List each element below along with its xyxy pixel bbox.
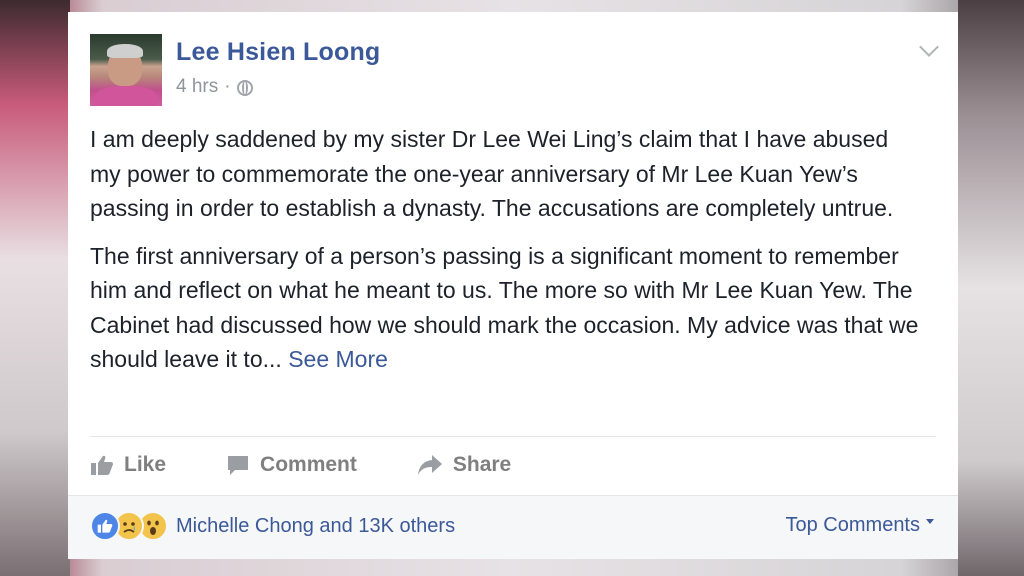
caret-down-icon: [926, 519, 934, 524]
like-reaction-icon: [90, 511, 120, 541]
comment-label: Comment: [260, 453, 357, 476]
post-text: I am deeply saddened by my sister Dr Lee…: [90, 122, 920, 390]
post-card: Lee Hsien Loong 4 hrs · I am deeply sadd…: [68, 12, 958, 559]
avatar[interactable]: [90, 34, 162, 106]
post-paragraph-2: The first anniversary of a person’s pass…: [90, 242, 919, 373]
post-paragraph-1: I am deeply saddened by my sister Dr Lee…: [90, 126, 894, 221]
thumbs-up-icon: [90, 454, 114, 476]
globe-icon[interactable]: [236, 80, 253, 96]
chevron-down-icon[interactable]: [919, 37, 939, 57]
action-bar: Like Comment Share: [90, 448, 571, 482]
share-arrow-icon: [417, 454, 443, 476]
author-name[interactable]: Lee Hsien Loong: [176, 38, 380, 67]
like-label: Like: [124, 453, 167, 476]
see-more-link[interactable]: See More: [288, 346, 388, 372]
meta-separator: ·: [224, 76, 231, 97]
share-label: Share: [452, 453, 512, 476]
reaction-summary[interactable]: Michelle Chong and 13K others: [90, 510, 455, 542]
divider: [90, 436, 936, 437]
like-button[interactable]: Like: [90, 453, 166, 477]
share-button[interactable]: Share: [417, 453, 511, 477]
top-comments-label: Top Comments: [785, 514, 921, 536]
top-comments-dropdown[interactable]: Top Comments: [785, 514, 934, 537]
reactions-text[interactable]: Michelle Chong and 13K others: [176, 515, 455, 538]
comment-button[interactable]: Comment: [226, 453, 357, 477]
post-meta: 4 hrs ·: [176, 76, 253, 98]
background-blur-left: [0, 0, 70, 576]
background-blur-right: [958, 0, 1024, 576]
post-time[interactable]: 4 hrs: [176, 76, 218, 98]
comment-icon: [226, 454, 250, 476]
